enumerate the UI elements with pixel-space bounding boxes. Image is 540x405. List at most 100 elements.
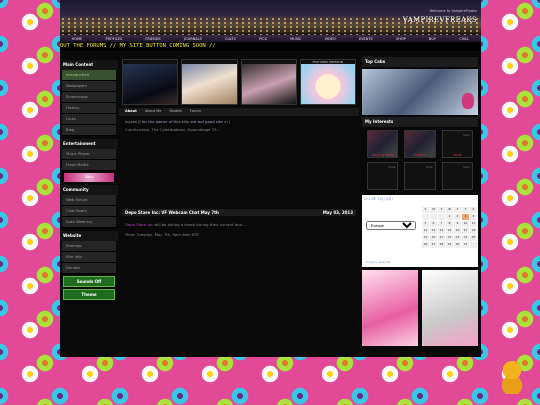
sidebar-item-links[interactable]: Links: [62, 114, 116, 125]
calendar-day[interactable]: 26: [422, 242, 429, 248]
calendar-day[interactable]: 15: [446, 228, 453, 234]
calendar-day[interactable]: 24: [462, 235, 469, 241]
top-cabs-image[interactable]: [362, 69, 478, 115]
calendar-footer[interactable]: today's calendar: [366, 260, 391, 264]
nav-item-events[interactable]: EVENTS: [359, 37, 373, 41]
nav-item-buy[interactable]: BUY: [429, 37, 436, 41]
calendar-day[interactable]: S: [470, 207, 477, 213]
sidebar-item-web-forum[interactable]: Web Forum: [62, 195, 116, 206]
calendar-day[interactable]: 13: [430, 228, 437, 234]
sidebar-item-blog[interactable]: Blog: [62, 125, 116, 136]
calendar-day[interactable]: 27: [430, 242, 437, 248]
tab-models[interactable]: Models: [169, 109, 181, 115]
calendar-day[interactable]: 3: [462, 214, 469, 220]
thumbnail-4[interactable]: FEATURED PREMIUM: [299, 59, 356, 105]
teddy-bear-icon: [462, 93, 474, 109]
calendar-day[interactable]: W: [446, 207, 453, 213]
sidebar-item-site-info[interactable]: Site Info: [62, 252, 116, 263]
interest-title: none: [463, 133, 470, 137]
news-user-link[interactable]: Depo Stare Inc: [125, 222, 153, 227]
calendar-day[interactable]: T: [438, 207, 445, 213]
calendar-day[interactable]: 6: [430, 221, 437, 227]
sidebar-item-auto-webring[interactable]: Auto Webring: [62, 217, 116, 228]
calendar-day[interactable]: 17: [462, 228, 469, 234]
sidebar-item-wallpapers[interactable]: Wallpapers: [62, 81, 116, 92]
calendar-day[interactable]: 23: [454, 235, 461, 241]
interest-item[interactable]: none: [441, 162, 473, 190]
calendar-day[interactable]: S: [422, 207, 429, 213]
featured-thumbnails: FEATURED PREMIUM: [119, 57, 359, 107]
sidebar-item-chat-room[interactable]: Chat Room: [62, 206, 116, 217]
nav-item-music[interactable]: MUSIC: [290, 37, 301, 41]
sounds-off-button[interactable]: Sounds Off: [63, 276, 115, 287]
interest-item[interactable]: ARTIST: [404, 130, 436, 158]
nav-item-cults[interactable]: CULTS: [225, 37, 236, 41]
calendar-day[interactable]: 22: [446, 235, 453, 241]
interest-item[interactable]: none: [367, 162, 399, 190]
thumbnail-2[interactable]: [181, 59, 238, 105]
calendar-day[interactable]: 28: [438, 242, 445, 248]
thumbnail-caption: [182, 60, 237, 64]
calendar-day[interactable]: T: [454, 207, 461, 213]
calendar-day[interactable]: 7: [438, 221, 445, 227]
nav-item-video[interactable]: VIDEO: [325, 37, 336, 41]
nav-item-profiles[interactable]: PROFILES: [105, 37, 122, 41]
interest-item[interactable]: none: [404, 162, 436, 190]
nav-item-journals[interactable]: JOURNALS: [184, 37, 202, 41]
region-select[interactable]: Europe: [366, 221, 416, 230]
calendar-day[interactable]: 9: [454, 221, 461, 227]
tab-forum[interactable]: Forum: [190, 109, 201, 115]
calendar-day[interactable]: 20: [430, 235, 437, 241]
calendar-day[interactable]: F: [462, 207, 469, 213]
calendar-day[interactable]: 25: [470, 235, 477, 241]
interest-item[interactable]: none SHOP: [441, 130, 473, 158]
ad-banner-2[interactable]: [422, 270, 478, 346]
dolly-banner[interactable]: Dolly: [64, 173, 114, 182]
thumbnail-1[interactable]: [122, 59, 179, 105]
calendar-day[interactable]: 11: [470, 221, 477, 227]
ad-banner-1[interactable]: [362, 270, 418, 346]
interest-item[interactable]: HACK @ SHOP: [367, 130, 399, 158]
top-cabs-header: Top Cabs: [362, 57, 478, 67]
calendar-day[interactable]: 12: [422, 228, 429, 234]
calendar-day[interactable]: 18: [470, 228, 477, 234]
sidebar-item-music-player[interactable]: Music Player: [62, 149, 116, 160]
calendar-day[interactable]: 5: [422, 221, 429, 227]
nav-item-home[interactable]: HOME: [72, 37, 83, 41]
brand-logo[interactable]: VAMPIREVFREAKS: [403, 16, 477, 24]
calendar-day[interactable]: 30: [454, 242, 461, 248]
tab-about[interactable]: About: [125, 109, 137, 115]
calendar-day[interactable]: 4: [470, 214, 477, 220]
calendar-day[interactable]: 8: [446, 221, 453, 227]
news-message: will be taking a break during their curr…: [153, 222, 246, 227]
calendar-day: [438, 214, 445, 220]
nav-item-friends[interactable]: FRIENDS: [145, 37, 160, 41]
sidebar-item-donate[interactable]: Donate: [62, 263, 116, 274]
calendar-day[interactable]: M: [430, 207, 437, 213]
sidebar-item-screencaps[interactable]: Screencaps: [62, 92, 116, 103]
nav-item-shop[interactable]: SHOP: [396, 37, 406, 41]
calendar-day[interactable]: 1: [446, 214, 453, 220]
calendar-day[interactable]: 10: [462, 221, 469, 227]
calendar-day[interactable]: 14: [438, 228, 445, 234]
nav-item-chill[interactable]: CHILL: [459, 37, 469, 41]
calendar-day[interactable]: 31: [462, 242, 469, 248]
calendar-grid: S M T W T F S 1 2 3 4 5 6 7 8 9 10 11 12 13 14 15 16 17 18 19 20 21…: [422, 207, 477, 248]
thumbnail-caption: FEATURED PREMIUM: [300, 60, 355, 64]
thumbnail-3[interactable]: [240, 59, 297, 105]
calendar-day[interactable]: 16: [454, 228, 461, 234]
calendar-day[interactable]: 21: [438, 235, 445, 241]
sidebar-item-sitemap[interactable]: Sitemap: [62, 241, 116, 252]
sidebar-item-history[interactable]: History: [62, 103, 116, 114]
theme-button[interactable]: Theme: [63, 289, 115, 300]
calendar-day[interactable]: 29: [446, 242, 453, 248]
sidebar-item-introduction[interactable]: Introduction: [62, 70, 116, 81]
calendar-day[interactable]: 2: [454, 214, 461, 220]
calendar-day[interactable]: 19: [422, 235, 429, 241]
sidebar-item-flash-media[interactable]: Flash Media: [62, 160, 116, 171]
top-nav: HOME PROFILES FRIENDS JOURNALS CULTS PIC…: [60, 35, 481, 42]
tab-about-me[interactable]: About Me: [145, 109, 162, 115]
nav-item-pics[interactable]: PICS: [259, 37, 267, 41]
news-body: Depo Stare Inc will be taking a break du…: [119, 216, 359, 243]
news-title[interactable]: Depo Stare Inc: VF Webcam Chat May 7th: [125, 210, 219, 215]
